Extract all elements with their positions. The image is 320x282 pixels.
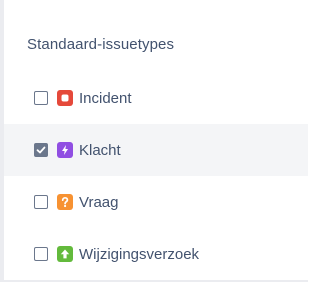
checkbox-vraag[interactable] <box>34 195 48 209</box>
question-icon <box>57 194 73 210</box>
incident-icon <box>57 90 73 106</box>
issuetype-label: Klacht <box>79 141 121 159</box>
checkmark-icon <box>36 146 46 154</box>
issue-type-panel: Standaard-issuetypes Incident Klacht Vra… <box>0 0 308 282</box>
issuetype-item-incident[interactable]: Incident <box>4 72 308 124</box>
issuetype-label: Incident <box>79 89 132 107</box>
checkbox-klacht[interactable] <box>34 143 48 157</box>
checkbox-incident[interactable] <box>34 91 48 105</box>
section-heading: Standaard-issuetypes <box>27 36 175 53</box>
complaint-icon <box>57 142 73 158</box>
issuetype-item-vraag[interactable]: Vraag <box>4 176 308 228</box>
change-request-icon <box>57 246 73 262</box>
checkbox-wijzigingsverzoek[interactable] <box>34 247 48 261</box>
issuetype-label: Wijzigingsverzoek <box>79 245 200 263</box>
issuetype-item-wijzigingsverzoek[interactable]: Wijzigingsverzoek <box>4 228 308 280</box>
issuetype-label: Vraag <box>79 193 119 211</box>
issuetype-item-klacht[interactable]: Klacht <box>4 124 308 176</box>
